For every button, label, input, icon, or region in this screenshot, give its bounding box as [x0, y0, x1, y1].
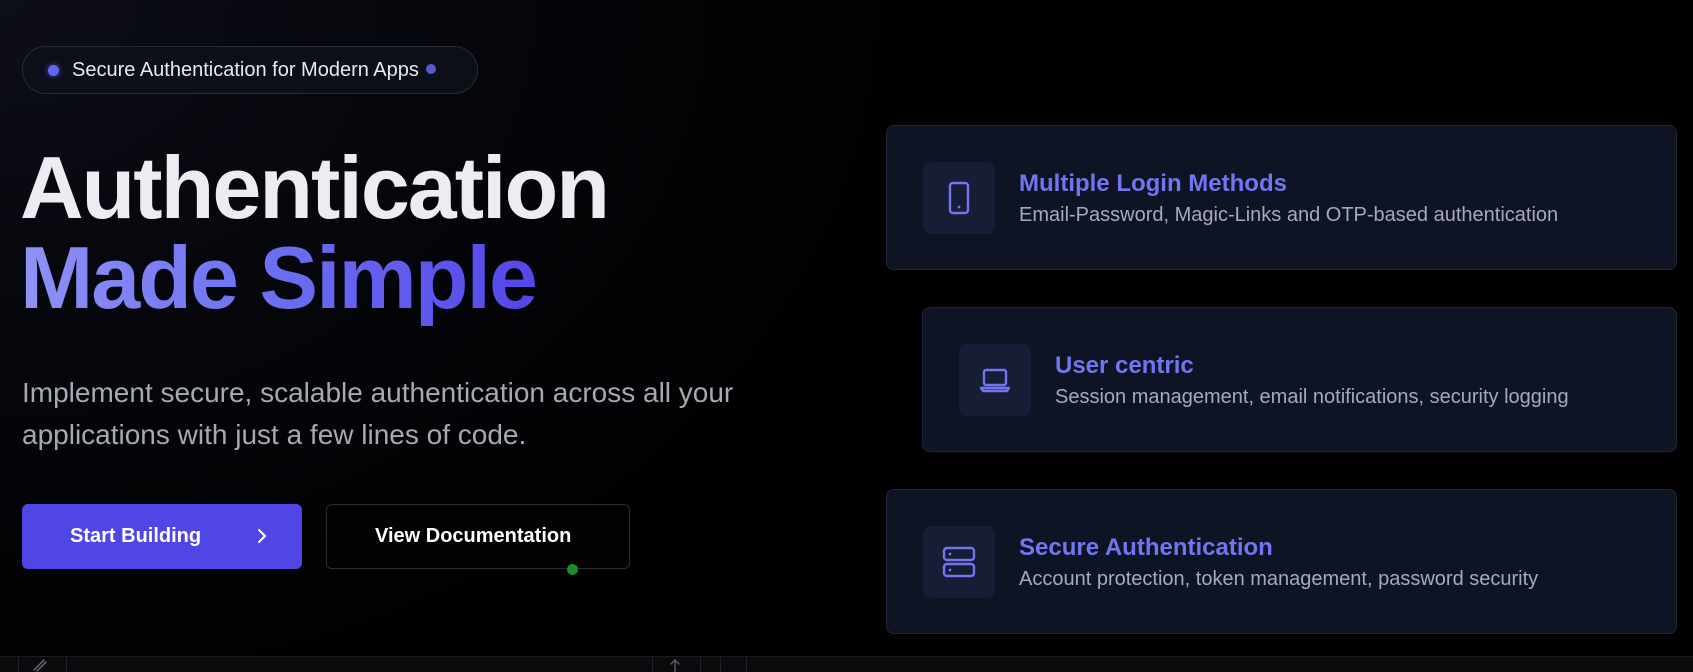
feature-description: Account protection, token management, pa… — [1019, 568, 1539, 590]
caret-up-icon[interactable] — [664, 658, 686, 672]
feature-title: Multiple Login Methods — [1019, 170, 1287, 197]
toolbar-divider — [700, 657, 701, 672]
status-dot — [48, 65, 59, 76]
start-building-button[interactable]: Start Building — [22, 504, 302, 569]
view-documentation-label: View Documentation — [375, 525, 572, 547]
online-indicator-dot — [567, 564, 578, 575]
laptop-icon — [979, 368, 1011, 393]
feature-card-user-centric: User centric Session management, email n… — [922, 307, 1677, 452]
feature-icon-box — [923, 162, 995, 234]
chevron-right-icon — [258, 529, 266, 543]
feature-card-multiple-login-methods: Multiple Login Methods Email-Password, M… — [886, 125, 1677, 270]
hero-section: Secure Authentication for Modern Apps Au… — [0, 0, 1693, 656]
paperclip-icon[interactable] — [30, 658, 50, 672]
announcement-badge: Secure Authentication for Modern Apps — [22, 46, 478, 94]
bottom-toolbar-strip — [0, 656, 1693, 672]
hero-subtitle: Implement secure, scalable authenticatio… — [22, 377, 734, 450]
toolbar-divider — [18, 657, 19, 672]
headline-line-1: Authentication — [20, 138, 610, 237]
toolbar-divider — [66, 657, 67, 672]
badge-label: Secure Authentication for Modern Apps — [72, 59, 419, 81]
server-icon — [942, 546, 976, 578]
toolbar-divider — [746, 657, 747, 672]
smartphone-icon — [948, 181, 970, 215]
feature-title: Secure Authentication — [1019, 534, 1273, 561]
headline-line-2: Made Simple — [20, 228, 538, 327]
start-building-label: Start Building — [70, 525, 202, 547]
toolbar-divider — [720, 657, 721, 672]
view-documentation-button[interactable]: View Documentation — [326, 504, 630, 575]
feature-icon-box — [923, 526, 995, 598]
feature-title: User centric — [1055, 352, 1194, 379]
feature-description: Session management, email notifications,… — [1055, 386, 1569, 408]
feature-description: Email-Password, Magic-Links and OTP-base… — [1019, 204, 1559, 226]
toolbar-divider — [652, 657, 653, 672]
feature-icon-box — [959, 344, 1031, 416]
feature-card-secure-authentication: Secure Authentication Account protection… — [886, 489, 1677, 634]
cursor-dot — [426, 64, 436, 74]
